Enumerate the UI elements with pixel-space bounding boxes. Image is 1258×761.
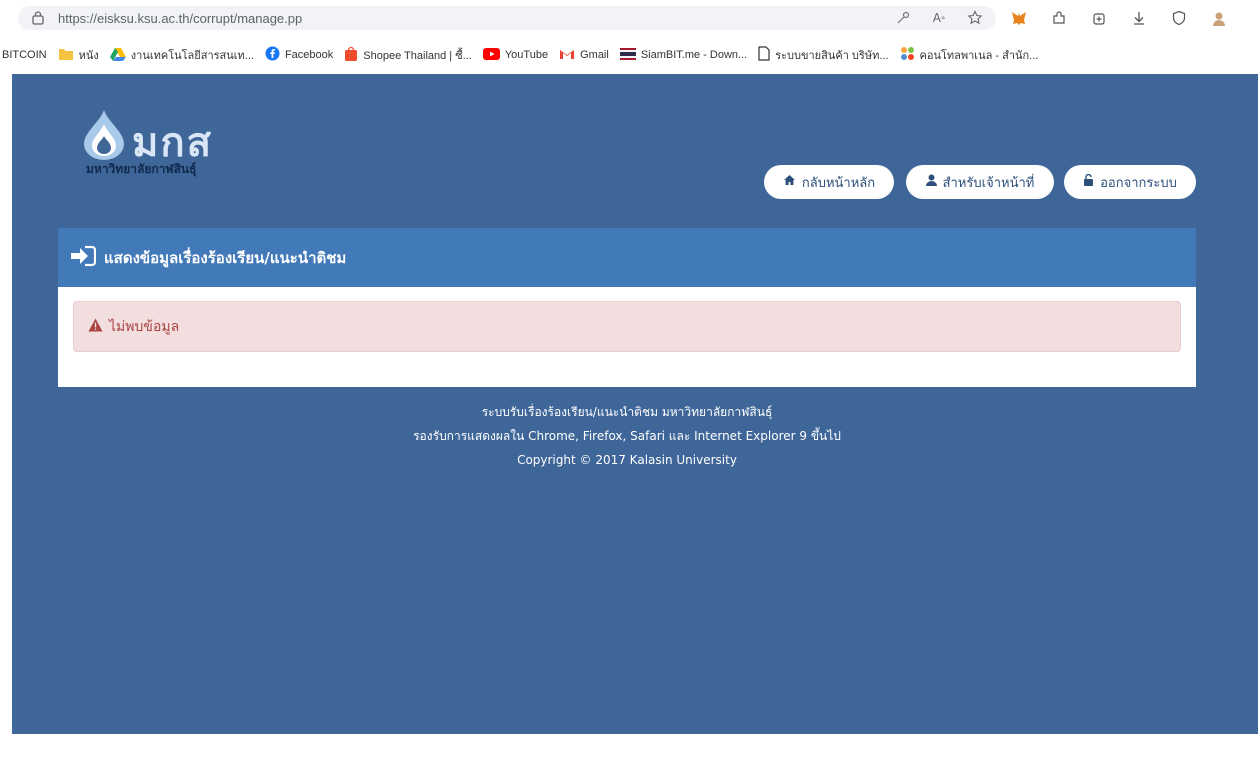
bookmark-label: Facebook — [284, 49, 334, 61]
joomla-icon — [900, 46, 915, 64]
alert-text: ไม่พบข้อมูล — [109, 318, 180, 335]
bookmark-label: SiamBIT.me - Down... — [640, 49, 748, 61]
bookmark-label: ระบบขายสินค้า บริษัท... — [775, 50, 889, 62]
staff-button-label: สำหรับเจ้าหน้าที่ — [942, 175, 1035, 191]
panel-heading: แสดงข้อมูลเรื่องร้องเรียน/แนะนำติชม — [58, 228, 1196, 287]
bookmarks-bar: BITCOIN หนัง งานเทคโนโลยีสารสนเท... Face… — [0, 36, 1258, 74]
footer: ระบบรับเรื่องร้องเรียน/แนะนำติชม มหาวิทย… — [12, 400, 1242, 472]
drop-logo-icon — [80, 110, 128, 164]
browser-toolbar: https://eisksu.ksu.ac.th/corrupt/manage.… — [0, 0, 1258, 36]
page-body: มกส มหาวิทยาลัยกาฬสินธุ์ กลับหน้าหลัก สำ… — [12, 74, 1258, 734]
address-bar[interactable]: https://eisksu.ksu.ac.th/corrupt/manage.… — [18, 6, 996, 30]
bookmark-label: Shopee Thailand | ซื้... — [363, 50, 472, 62]
panel-body: ไม่พบข้อมูล — [58, 287, 1196, 387]
site-logo[interactable]: มกส มหาวิทยาลัยกาฬสินธุ์ — [80, 110, 240, 180]
no-data-alert: ไม่พบข้อมูล — [73, 301, 1181, 352]
bookmark-gmail[interactable]: Gmail — [559, 48, 609, 63]
logout-button[interactable]: ออกจากระบบ — [1064, 165, 1196, 199]
bookmark-label: คอนโทลพาเนล - สำนัก... — [919, 50, 1039, 62]
download-icon[interactable] — [1130, 9, 1148, 27]
footer-browser-support: รองรับการแสดงผลใน Chrome, Firefox, Safar… — [413, 429, 841, 443]
sign-in-icon — [70, 245, 97, 271]
footer-copyright: Copyright © 2017 Kalasin University — [517, 453, 737, 467]
home-button[interactable]: กลับหน้าหลัก — [764, 165, 894, 199]
shopee-icon — [344, 46, 358, 64]
url-text[interactable]: https://eisksu.ksu.ac.th/corrupt/manage.… — [58, 11, 302, 26]
warning-icon — [88, 317, 103, 336]
gmail-icon — [559, 48, 575, 63]
folder-icon — [58, 47, 74, 64]
page-info-icon[interactable] — [30, 10, 46, 26]
bookmark-shopee[interactable]: Shopee Thailand | ซื้... — [344, 46, 472, 64]
collections-icon[interactable] — [1090, 9, 1108, 27]
key-icon[interactable] — [894, 9, 912, 27]
metamask-icon[interactable] — [1010, 9, 1028, 27]
bookmark-label: Gmail — [580, 49, 609, 61]
unlock-icon — [1083, 173, 1094, 190]
home-icon — [783, 174, 796, 190]
bookmark-label: หนัง — [78, 50, 99, 62]
logo-subtitle: มหาวิทยาลัยกาฬสินธุ์ — [86, 162, 197, 176]
user-icon — [925, 174, 937, 190]
home-button-label: กลับหน้าหลัก — [801, 175, 876, 191]
youtube-icon — [482, 47, 500, 63]
bookmark-folder-movies[interactable]: หนัง — [58, 46, 99, 64]
staff-button[interactable]: สำหรับเจ้าหน้าที่ — [906, 165, 1054, 199]
bookmark-control-panel[interactable]: คอนโทลพาเนล - สำนัก... — [900, 46, 1039, 64]
extensions-icon[interactable] — [1050, 9, 1068, 27]
favorite-star-icon[interactable] — [966, 9, 984, 27]
flag-icon — [619, 47, 636, 63]
bookmark-siambit[interactable]: SiamBIT.me - Down... — [619, 47, 748, 63]
drive-icon — [109, 47, 126, 64]
logout-button-label: ออกจากระบบ — [1100, 175, 1177, 191]
profile-icon[interactable] — [1210, 9, 1228, 27]
bookmark-it-work[interactable]: งานเทคโนโลยีสารสนเท... — [109, 46, 254, 64]
bookmark-facebook[interactable]: Facebook — [265, 46, 333, 64]
panel-title: แสดงข้อมูลเรื่องร้องเรียน/แนะนำติชม — [104, 248, 347, 267]
bookmark-youtube[interactable]: YouTube — [482, 47, 549, 63]
bookmark-label: YouTube — [504, 49, 549, 61]
footer-system-name: ระบบรับเรื่องร้องเรียน/แนะนำติชม มหาวิทย… — [481, 405, 773, 419]
bookmark-bitcoin[interactable]: BITCOIN — [2, 49, 47, 61]
browser-essentials-icon[interactable] — [1170, 9, 1188, 27]
bottom-margin — [0, 734, 1258, 761]
page-icon — [758, 46, 770, 64]
bookmark-label: งานเทคโนโลยีสารสนเท... — [130, 50, 254, 62]
bookmark-sales-system[interactable]: ระบบขายสินค้า บริษัท... — [758, 46, 889, 64]
bookmark-label: BITCOIN — [2, 49, 47, 61]
read-aloud-icon[interactable]: A» — [930, 9, 948, 27]
facebook-icon — [265, 46, 280, 64]
